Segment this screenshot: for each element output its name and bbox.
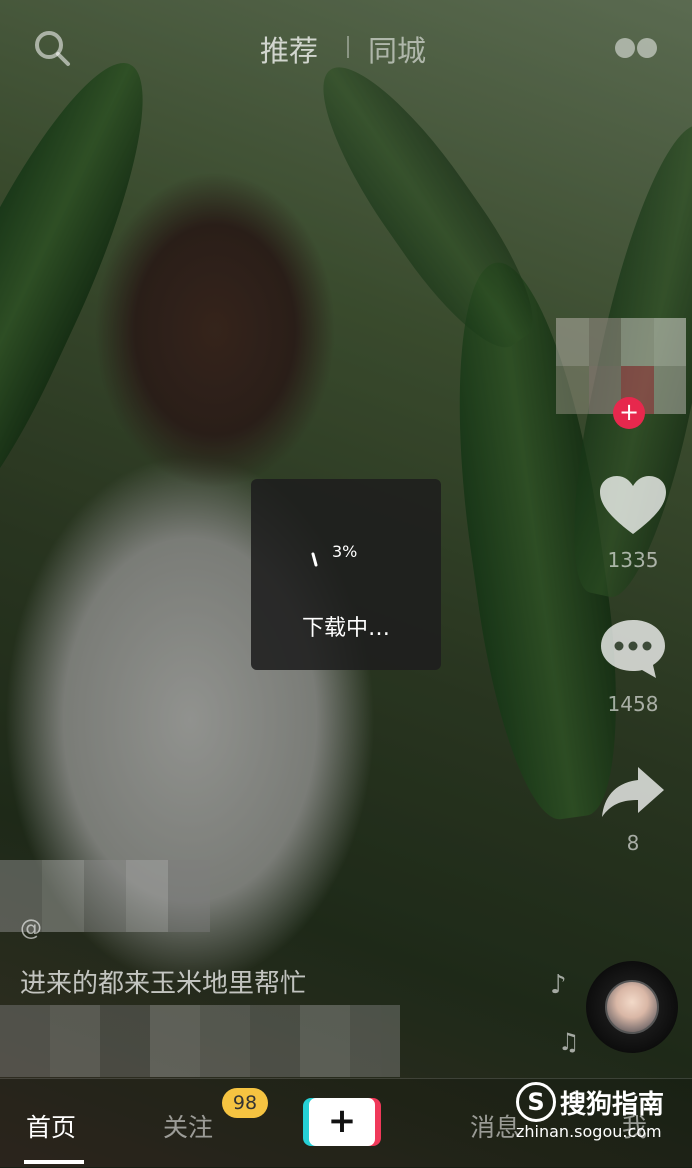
loading-spinner-icon	[311, 552, 318, 567]
caption-mosaic	[0, 1005, 400, 1077]
live-icon[interactable]	[612, 34, 660, 62]
share-action[interactable]: 8	[595, 763, 671, 855]
follow-count-badge: 98	[222, 1088, 268, 1118]
comment-icon	[601, 620, 665, 678]
author-handle[interactable]: @	[20, 916, 42, 942]
nav-home[interactable]: 首页	[26, 1108, 76, 1144]
nav-messages[interactable]: 消息	[470, 1108, 520, 1144]
create-video-button[interactable]: +	[303, 1098, 381, 1146]
like-count: 1335	[607, 548, 659, 572]
like-action[interactable]: 1335	[595, 474, 671, 572]
sogou-watermark: S 搜狗指南 zhinan.sogou.com	[516, 1082, 686, 1141]
nav-follow[interactable]: 关注	[163, 1108, 213, 1144]
nav-home-underline	[24, 1160, 84, 1164]
tab-nearby[interactable]: 同城	[368, 28, 426, 70]
music-disc-icon[interactable]	[586, 961, 678, 1053]
tab-separator	[347, 36, 349, 58]
comment-count: 1458	[607, 692, 659, 716]
music-note-icon: ♫	[558, 1028, 580, 1056]
music-note-icon: ♪	[550, 970, 567, 1000]
comment-action[interactable]: 1458	[595, 616, 671, 716]
search-icon[interactable]	[32, 28, 72, 68]
share-icon	[602, 767, 664, 817]
download-percent: 3%	[332, 542, 358, 561]
watermark-title: 搜狗指南	[560, 1090, 665, 1120]
download-message: 下载中…	[301, 616, 390, 641]
music-cover-avatar	[605, 980, 659, 1034]
sogou-logo-icon: S	[516, 1082, 556, 1122]
video-caption: 进来的都来玉米地里帮忙	[20, 969, 307, 999]
top-bar: 推荐 同城	[0, 0, 692, 95]
watermark-url: zhinan.sogou.com	[516, 1122, 662, 1141]
follow-plus-button[interactable]: +	[613, 397, 645, 429]
heart-icon	[600, 476, 666, 534]
tab-recommend[interactable]: 推荐	[260, 28, 318, 70]
plus-icon: +	[309, 1098, 375, 1146]
share-count: 8	[626, 831, 640, 855]
